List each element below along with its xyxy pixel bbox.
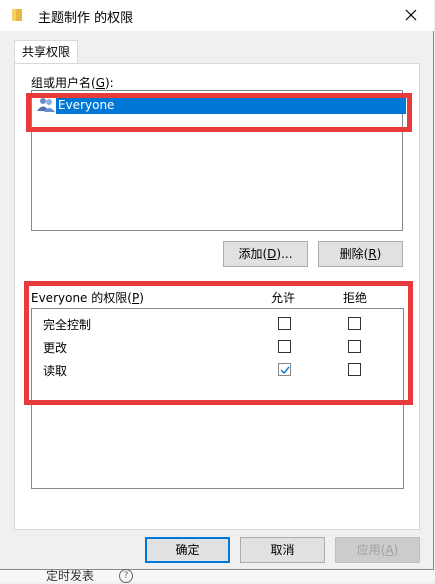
change-allow-checkbox[interactable] <box>278 340 291 353</box>
checkmark-icon <box>280 366 290 375</box>
users-icon <box>37 98 55 112</box>
perm-row-label: 读取 <box>43 364 68 378</box>
perm-row-label: 完全控制 <box>43 318 92 332</box>
tab-share-permissions[interactable]: 共享权限 <box>14 40 78 64</box>
full-control-allow-checkbox[interactable] <box>278 317 291 330</box>
remove-button[interactable]: 删除(R) <box>318 241 403 267</box>
cancel-button[interactable]: 取消 <box>240 537 325 563</box>
permissions-dialog: 主题制作 的权限 共享权限 组或用户名(G): Everyone 添加(D)..… <box>0 0 434 570</box>
permissions-label: Everyone 的权限(P) <box>31 291 144 305</box>
permissions-table <box>31 308 404 489</box>
apply-button[interactable]: 应用(A) <box>335 537 420 563</box>
background-text: 定时发表 <box>46 569 95 583</box>
read-deny-checkbox[interactable] <box>348 363 361 376</box>
close-icon <box>405 9 417 21</box>
read-allow-checkbox[interactable] <box>278 363 291 376</box>
full-control-deny-checkbox[interactable] <box>348 317 361 330</box>
folder-icon <box>12 9 22 21</box>
window-title: 主题制作 的权限 <box>38 11 134 26</box>
users-listbox[interactable]: Everyone <box>31 90 406 231</box>
users-label: 组或用户名(G): <box>31 76 114 90</box>
title-bar: 主题制作 的权限 <box>0 0 434 31</box>
ok-button[interactable]: 确定 <box>145 537 230 563</box>
help-icon: ? <box>119 569 133 583</box>
list-item-label: Everyone <box>56 96 406 114</box>
close-button[interactable] <box>388 0 434 31</box>
change-deny-checkbox[interactable] <box>348 340 361 353</box>
perm-row-label: 更改 <box>43 341 68 355</box>
add-button[interactable]: 添加(D)... <box>223 241 308 267</box>
deny-header: 拒绝 <box>343 291 368 305</box>
allow-header: 允许 <box>271 291 296 305</box>
list-item-everyone[interactable]: Everyone <box>35 96 406 114</box>
